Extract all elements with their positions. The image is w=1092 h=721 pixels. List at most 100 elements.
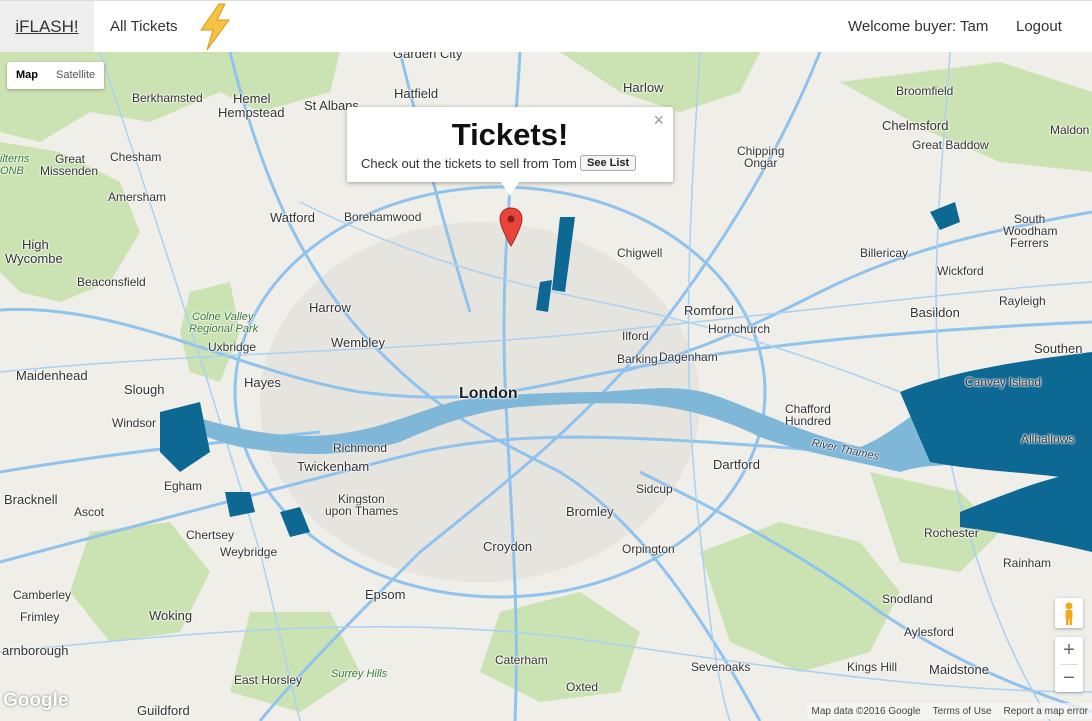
label-southend: Southen (1034, 341, 1083, 356)
close-icon[interactable]: × (653, 110, 664, 131)
map-marker-icon[interactable] (499, 207, 523, 247)
info-window-title: Tickets! (451, 117, 569, 152)
label-egham: Egham (164, 479, 203, 493)
label-bracknell: Bracknell (4, 492, 58, 507)
label-kings-hill: Kings Hill (847, 660, 898, 674)
label-camberley: Camberley (13, 588, 72, 602)
label-chesham: Chesham (110, 150, 162, 164)
label-allhallows: Allhallows (1021, 432, 1075, 446)
lightning-bolt-icon (200, 3, 230, 51)
map-type-control: Map Satellite (7, 62, 105, 89)
label-ascot: Ascot (74, 505, 105, 519)
label-sevenoaks: Sevenoaks (691, 660, 751, 674)
label-wycombe: Wycombe (5, 251, 63, 266)
report-map-error-link[interactable]: Report a map error (1004, 706, 1088, 717)
label-amersham: Amersham (108, 190, 167, 204)
map-type-map-button[interactable]: Map (7, 62, 47, 89)
label-high: High (22, 237, 49, 252)
label-bromley: Bromley (566, 504, 614, 519)
label-upon-thames: upon Thames (325, 504, 399, 518)
label-surrey-hills: Surrey Hills (331, 668, 388, 680)
label-uxbridge: Uxbridge (208, 340, 257, 354)
pegman-icon[interactable] (1055, 598, 1083, 628)
label-rochester: Rochester (924, 526, 979, 540)
label-garden-city: Garden City (393, 52, 463, 61)
label-twickenham: Twickenham (297, 459, 370, 474)
label-chilterns: ilterns (0, 153, 30, 165)
logout-link[interactable]: Logout (1016, 1, 1062, 52)
label-snodland: Snodland (882, 592, 933, 606)
label-harlow: Harlow (623, 80, 664, 95)
terms-of-use-link[interactable]: Terms of Use (933, 706, 992, 717)
label-beaconsfield: Beaconsfield (77, 275, 146, 289)
label-dartford: Dartford (713, 457, 760, 472)
label-missenden: Missenden (40, 164, 99, 178)
label-east-horsley: East Horsley (234, 673, 303, 687)
label-great-baddow: Great Baddow (912, 138, 989, 152)
map-attribution: Map data ©2016 Google Terms of Use Repor… (807, 703, 1092, 719)
label-weybridge: Weybridge (220, 545, 278, 559)
label-maidstone: Maidstone (929, 662, 989, 677)
map-type-satellite-button[interactable]: Satellite (47, 62, 104, 89)
label-chelmsford: Chelmsford (882, 118, 949, 133)
label-basildon: Basildon (910, 305, 960, 320)
label-caterham: Caterham (495, 653, 548, 667)
label-wembley: Wembley (331, 335, 385, 350)
navbar: iFLASH! All Tickets Welcome buyer: Tam L… (0, 0, 1092, 52)
label-frimley: Frimley (20, 610, 60, 624)
label-hornchurch: Hornchurch (708, 322, 771, 336)
label-hatfield: Hatfield (394, 86, 439, 101)
zoom-in-button[interactable]: + (1055, 637, 1083, 664)
label-maldon: Maldon (1050, 123, 1090, 137)
zoom-out-button[interactable]: − (1055, 665, 1083, 692)
label-ferrers: Ferrers (1010, 236, 1049, 250)
label-ongar: Ongar (744, 156, 778, 170)
brand-link[interactable]: iFLASH! (0, 1, 94, 52)
label-windsor: Windsor (112, 416, 157, 430)
zoom-control: + − (1055, 637, 1083, 692)
label-hayes: Hayes (244, 375, 281, 390)
label-sidcup: Sidcup (636, 482, 673, 496)
label-maidenhead: Maidenhead (16, 368, 88, 383)
label-hundred: Hundred (785, 414, 832, 428)
info-window-text: Check out the tickets to sell from Tom (361, 156, 577, 171)
label-romford: Romford (684, 303, 734, 318)
label-orpington: Orpington (622, 542, 675, 556)
label-guildford: Guildford (137, 703, 190, 718)
map-data-text: Map data ©2016 Google (811, 705, 921, 717)
google-logo[interactable]: Google (3, 690, 68, 712)
welcome-text: Welcome buyer: Tam (848, 18, 989, 35)
label-colne-valley: Colne Valley (192, 311, 254, 323)
label-slough: Slough (124, 382, 165, 397)
label-billericay: Billericay (860, 246, 909, 260)
label-harrow: Harrow (309, 300, 351, 315)
map[interactable]: Garden City Harlow Hatfield Broomfield B… (0, 52, 1092, 721)
label-oxted: Oxted (566, 680, 599, 694)
label-barking: Barking (617, 352, 658, 366)
label-croydon: Croydon (483, 539, 533, 554)
label-hempstead: Hempstead (218, 105, 285, 120)
label-aonb: ONB (0, 165, 24, 177)
label-richmond: Richmond (333, 441, 388, 455)
label-aylesford: Aylesford (904, 625, 954, 639)
label-wickford: Wickford (937, 264, 984, 278)
label-watford: Watford (270, 210, 316, 225)
label-hemel: Hemel (233, 91, 271, 106)
label-chertsey: Chertsey (186, 528, 235, 542)
label-broomfield: Broomfield (896, 84, 954, 98)
label-borehamwood: Borehamwood (344, 210, 422, 224)
info-window: Tickets! Check out the tickets to sell f… (347, 107, 673, 196)
label-regional-park: Regional Park (189, 323, 259, 335)
label-ilford: Ilford (622, 329, 649, 343)
all-tickets-link[interactable]: All Tickets (110, 1, 178, 52)
label-dagenham: Dagenham (659, 350, 718, 364)
label-woking: Woking (149, 608, 193, 623)
label-chigwell: Chigwell (617, 246, 663, 260)
label-epsom: Epsom (365, 587, 406, 602)
label-rayleigh: Rayleigh (999, 294, 1046, 308)
label-canvey-island: Canvey Island (965, 375, 1042, 389)
see-list-button[interactable]: See List (580, 155, 637, 171)
label-berkhamsted: Berkhamsted (132, 91, 203, 105)
label-farnborough: arnborough (2, 643, 69, 658)
label-rainham: Rainham (1003, 556, 1052, 570)
